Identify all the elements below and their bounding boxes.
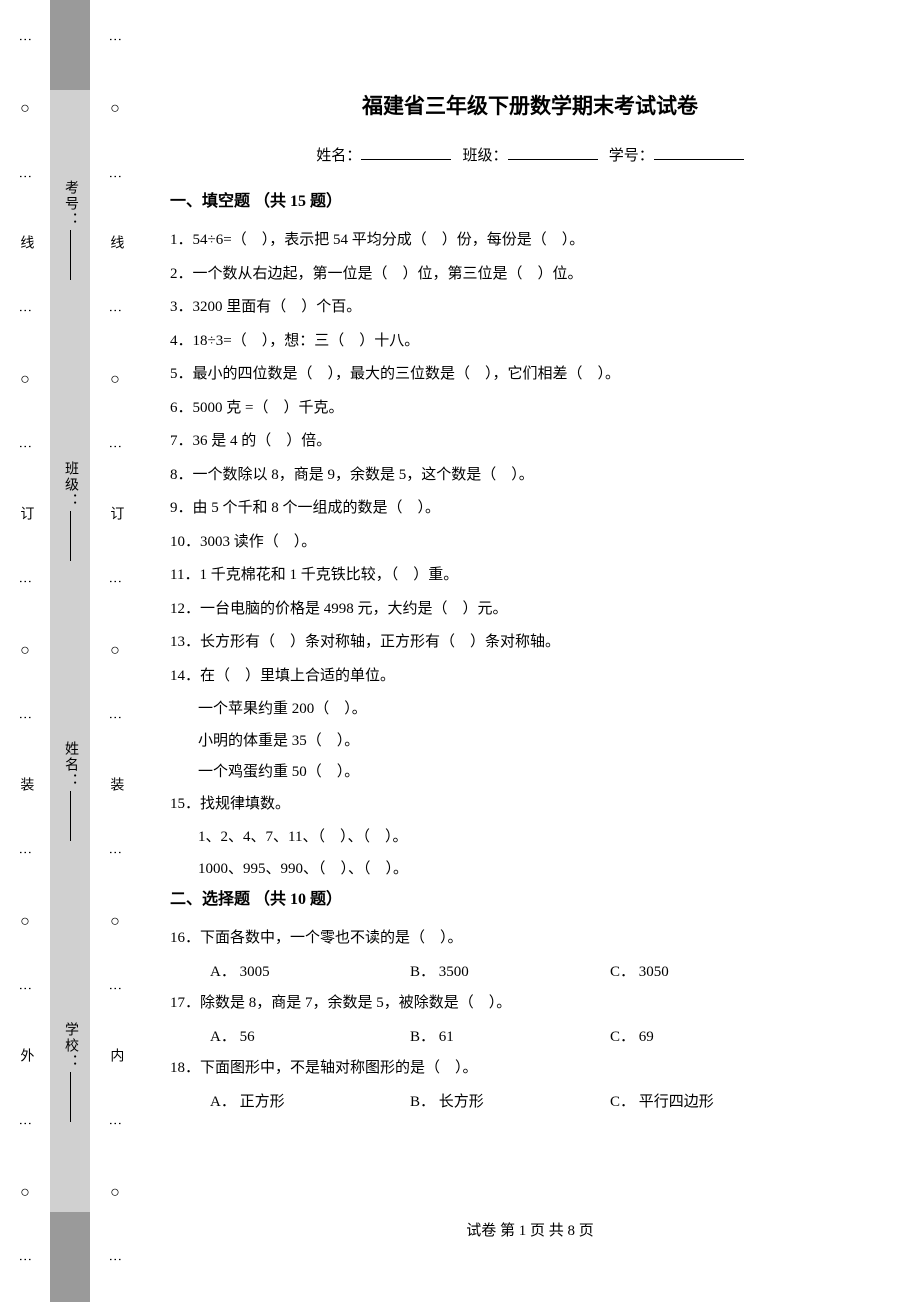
dots: ⋮	[17, 711, 33, 726]
question-14: 14．在（ ）里填上合适的单位。	[170, 661, 890, 693]
question-18-choices: A． 正方形 B． 长方形 C． 平行四边形	[170, 1087, 890, 1119]
question-8: 8．一个数除以 8，商是 9，余数是 5，这个数是（ ）。	[170, 460, 890, 492]
binding-name-field: 姓名：	[60, 741, 80, 841]
question-5: 5．最小的四位数是（ ），最大的三位数是（ ），它们相差（ ）。	[170, 359, 890, 391]
dots: ⋮	[107, 170, 123, 185]
circle-mark: ○	[20, 99, 30, 118]
question-4: 4．18÷3=（ ），想：三（ ）十八。	[170, 326, 890, 358]
binding-examno-field: 考号：	[60, 180, 80, 280]
circle-mark: ○	[110, 1183, 120, 1202]
question-1: 1．54÷6=（ ），表示把 54 平均分成（ ）份，每份是（ ）。	[170, 225, 890, 257]
dots: ⋮	[107, 1253, 123, 1268]
choice-16B: B． 3500	[410, 957, 610, 989]
circle-mark: ○	[20, 912, 30, 931]
class-blank	[508, 146, 598, 160]
question-14c: 一个鸡蛋约重 50（ ）。	[170, 757, 890, 789]
dots: ⋮	[107, 1117, 123, 1132]
question-12: 12．一台电脑的价格是 4998 元，大约是（ ）元。	[170, 594, 890, 626]
circle-mark: ○	[110, 912, 120, 931]
binding-xian-label: 线	[17, 235, 34, 253]
dots: ⋮	[107, 33, 123, 48]
section-2-heading: 二、选择题 （共 10 题）	[170, 885, 890, 909]
binding-ding-label: 订	[17, 506, 34, 524]
question-9: 9．由 5 个千和 8 个一组成的数是（ ）。	[170, 493, 890, 525]
dots: ⋮	[17, 1253, 33, 1268]
question-17: 17．除数是 8，商是 7，余数是 5，被除数是（ ）。	[170, 988, 890, 1020]
question-15b: 1000、995、990、（ ）、（ ）。	[170, 854, 890, 886]
question-16: 16．下面各数中，一个零也不读的是（ ）。	[170, 923, 890, 955]
dots: ⋮	[17, 170, 33, 185]
question-17-choices: A． 56 B． 61 C． 69	[170, 1022, 890, 1054]
circle-mark: ○	[20, 370, 30, 389]
circle-mark: ○	[20, 1183, 30, 1202]
dots: ⋮	[107, 711, 123, 726]
page-content: 福建省三年级下册数学期末考试试卷 姓名： 班级： 学号： 一、填空题 （共 15…	[170, 90, 890, 1118]
binding-xian-label: 线	[107, 235, 124, 253]
binding-outer-marks: ⋮ ○ ⋮ 线 ⋮ ○ ⋮ 订 ⋮ ○ ⋮ 装 ⋮ ○ ⋮ 外 ⋮ ○ ⋮	[17, 10, 34, 1292]
dots: ⋮	[17, 1117, 33, 1132]
section-1-heading: 一、填空题 （共 15 题）	[170, 187, 890, 211]
choice-18B: B． 长方形	[410, 1087, 610, 1119]
circle-mark: ○	[110, 641, 120, 660]
circle-mark: ○	[20, 641, 30, 660]
binding-inner-marks: ⋮ ○ ⋮ 线 ⋮ ○ ⋮ 订 ⋮ ○ ⋮ 装 ⋮ ○ ⋮ 内 ⋮ ○ ⋮	[107, 10, 124, 1292]
question-7: 7．36 是 4 的（ ）倍。	[170, 426, 890, 458]
binding-gray-labels: 考号： 班级： 姓名： 学校：	[50, 0, 90, 1302]
question-2: 2．一个数从右边起，第一位是（ ）位，第三位是（ ）位。	[170, 259, 890, 291]
circle-mark: ○	[110, 99, 120, 118]
student-info-line: 姓名： 班级： 学号：	[170, 144, 890, 165]
dots: ⋮	[107, 575, 123, 590]
question-18: 18．下面图形中，不是轴对称图形的是（ ）。	[170, 1053, 890, 1085]
dots: ⋮	[17, 304, 33, 319]
question-3: 3．3200 里面有（ ）个百。	[170, 292, 890, 324]
binding-ding-label: 订	[107, 506, 124, 524]
dots: ⋮	[107, 846, 123, 861]
choice-17B: B． 61	[410, 1022, 610, 1054]
question-13: 13．长方形有（ ）条对称轴，正方形有（ ）条对称轴。	[170, 627, 890, 659]
binding-school-field: 学校：	[60, 1022, 80, 1122]
dots: ⋮	[17, 982, 33, 997]
question-11: 11．1 千克棉花和 1 千克铁比较，（ ）重。	[170, 560, 890, 592]
choice-17A: A． 56	[210, 1022, 410, 1054]
choice-18C: C． 平行四边形	[610, 1087, 810, 1119]
class-label: 班级：	[462, 148, 507, 164]
question-6: 6．5000 克 =（ ）千克。	[170, 393, 890, 425]
page-footer: 试卷 第 1 页 共 8 页	[170, 1219, 890, 1240]
question-14a: 一个苹果约重 200（ ）。	[170, 694, 890, 726]
dots: ⋮	[17, 846, 33, 861]
binding-outer-label: 外	[17, 1048, 34, 1066]
id-blank	[654, 146, 744, 160]
binding-inner-column: ⋮ ○ ⋮ 线 ⋮ ○ ⋮ 订 ⋮ ○ ⋮ 装 ⋮ ○ ⋮ 内 ⋮ ○ ⋮	[100, 0, 130, 1302]
page-title: 福建省三年级下册数学期末考试试卷	[170, 90, 890, 120]
binding-zhuang-label: 装	[107, 777, 124, 795]
dots: ⋮	[17, 33, 33, 48]
name-label: 姓名：	[316, 148, 361, 164]
question-16-choices: A． 3005 B． 3500 C． 3050	[170, 957, 890, 989]
question-10: 10．3003 读作（ ）。	[170, 527, 890, 559]
binding-class-field: 班级：	[60, 461, 80, 561]
dots: ⋮	[17, 440, 33, 455]
dots: ⋮	[107, 440, 123, 455]
dots: ⋮	[107, 304, 123, 319]
name-blank	[361, 146, 451, 160]
choice-18A: A． 正方形	[210, 1087, 410, 1119]
question-14b: 小明的体重是 35（ ）。	[170, 726, 890, 758]
choice-16C: C． 3050	[610, 957, 810, 989]
choice-16A: A． 3005	[210, 957, 410, 989]
circle-mark: ○	[110, 370, 120, 389]
binding-outer-column: ⋮ ○ ⋮ 线 ⋮ ○ ⋮ 订 ⋮ ○ ⋮ 装 ⋮ ○ ⋮ 外 ⋮ ○ ⋮	[10, 0, 40, 1302]
binding-zhuang-label: 装	[17, 777, 34, 795]
binding-inner-label: 内	[107, 1048, 124, 1066]
dots: ⋮	[17, 575, 33, 590]
choice-17C: C． 69	[610, 1022, 810, 1054]
question-15: 15．找规律填数。	[170, 789, 890, 821]
id-label: 学号：	[609, 148, 654, 164]
question-15a: 1、2、4、7、11、（ ）、（ ）。	[170, 822, 890, 854]
dots: ⋮	[107, 982, 123, 997]
